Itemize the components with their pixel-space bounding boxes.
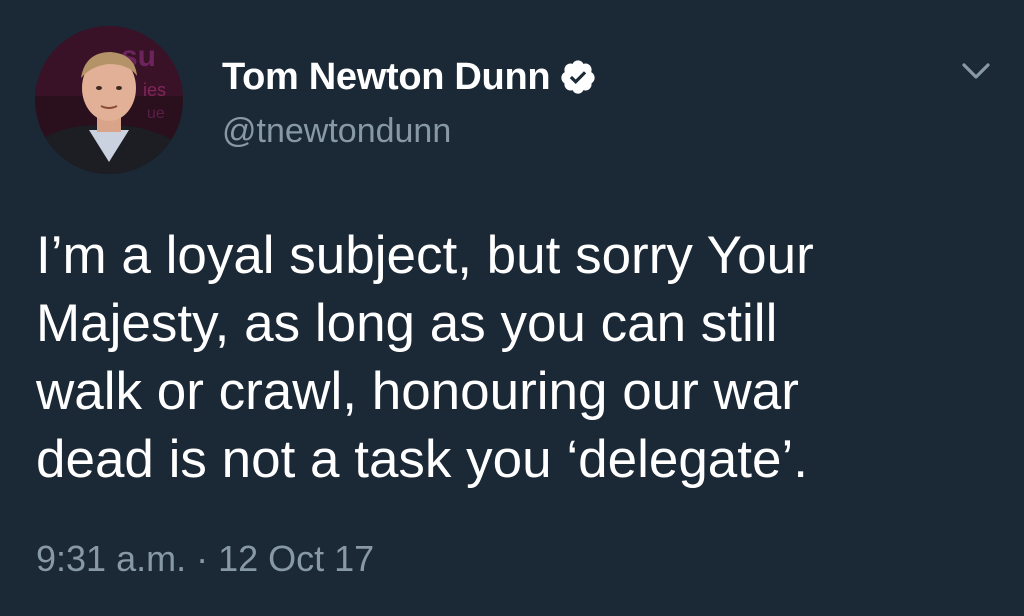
avatar[interactable]: su ies ue — [35, 26, 183, 174]
tweet-text-line: dead is not a task you ‘delegate’. — [36, 430, 808, 489]
tweet-text-line: Majesty, as long as you can still — [36, 294, 778, 353]
svg-text:ies: ies — [143, 80, 166, 100]
chevron-down-icon[interactable] — [956, 50, 996, 90]
tweet-text-line: walk or crawl, honouring our war — [36, 362, 799, 421]
avatar-photo-icon: su ies ue — [35, 26, 183, 174]
author-row[interactable]: Tom Newton Dunn — [222, 52, 597, 102]
tweet-text: I’m a loyal subject, but sorry Your Maje… — [36, 222, 996, 494]
tweet-card: su ies ue Tom Newton Dunn @tnewtondunn I… — [0, 0, 1024, 616]
tweet-timestamp[interactable]: 9:31 a.m. · 12 Oct 17 — [36, 538, 374, 580]
tweet-text-line: I’m a loyal subject, but sorry Your — [36, 226, 814, 285]
display-name[interactable]: Tom Newton Dunn — [222, 56, 551, 99]
verified-badge-icon — [559, 58, 597, 96]
author-handle[interactable]: @tnewtondunn — [222, 112, 451, 151]
svg-text:ue: ue — [147, 105, 165, 122]
